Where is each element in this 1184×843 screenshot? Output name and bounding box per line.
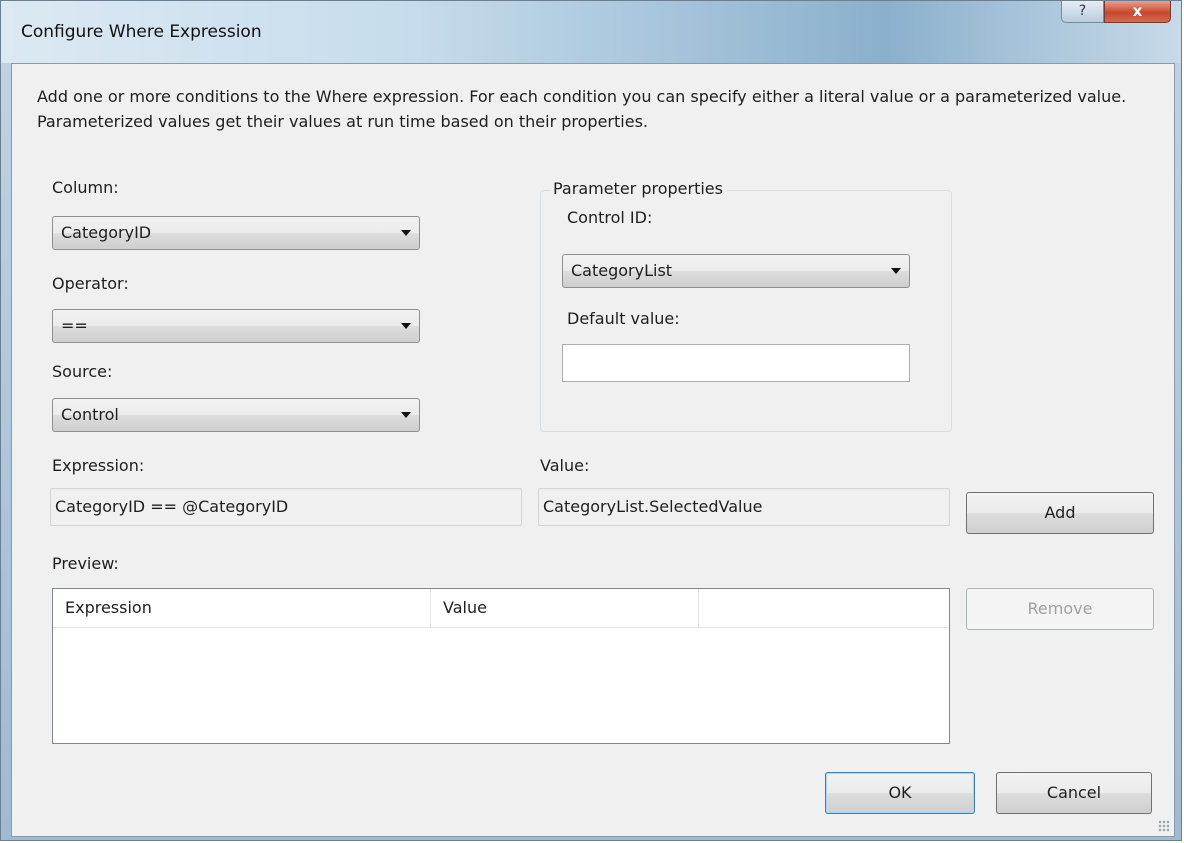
add-button[interactable]: Add [966,492,1154,534]
operator-value: == [61,316,88,335]
column-header-expression[interactable]: Expression [53,589,431,627]
cancel-button[interactable]: Cancel [996,772,1152,814]
source-value: Control [61,405,119,424]
column-header-value[interactable]: Value [431,589,699,627]
value-field: CategoryList.SelectedValue [538,488,950,526]
expression-label: Expression: [52,456,145,475]
title-bar[interactable]: Configure Where Expression ? x [1,1,1181,63]
control-id-value: CategoryList [571,261,673,280]
preview-list-header: Expression Value [53,589,949,628]
column-header-empty[interactable] [699,589,949,627]
chevron-down-icon [891,268,901,274]
close-icon: x [1132,2,1143,20]
dialog-body: Add one or more conditions to the Where … [11,63,1175,837]
source-dropdown[interactable]: Control [52,398,420,432]
remove-button[interactable]: Remove [966,588,1154,630]
dialog-title: Configure Where Expression [21,22,262,42]
control-id-dropdown[interactable]: CategoryList [562,254,910,288]
source-label: Source: [52,362,113,381]
chevron-down-icon [401,412,411,418]
default-value-label: Default value: [567,309,680,328]
dialog-window: Configure Where Expression ? x Add one o… [0,0,1182,841]
parameter-properties-legend: Parameter properties [550,179,726,198]
help-button[interactable]: ? [1061,1,1104,23]
column-value: CategoryID [61,223,152,242]
operator-dropdown[interactable]: == [52,309,420,343]
resize-grip-icon[interactable] [1158,820,1170,832]
ok-button[interactable]: OK [825,772,975,814]
control-id-label: Control ID: [567,208,653,227]
value-text: CategoryList.SelectedValue [543,497,763,516]
column-label: Column: [52,178,119,197]
value-label: Value: [540,456,590,475]
close-button[interactable]: x [1104,1,1171,23]
chevron-down-icon [401,230,411,236]
chevron-down-icon [401,323,411,329]
expression-value: CategoryID == @CategoryID [55,497,289,516]
help-icon: ? [1078,3,1087,19]
expression-field: CategoryID == @CategoryID [50,488,522,526]
column-dropdown[interactable]: CategoryID [52,216,420,250]
preview-label: Preview: [52,554,119,573]
operator-label: Operator: [52,274,129,293]
default-value-input[interactable] [562,344,910,382]
preview-list[interactable]: Expression Value [52,588,950,744]
description-text: Add one or more conditions to the Where … [37,87,1127,131]
